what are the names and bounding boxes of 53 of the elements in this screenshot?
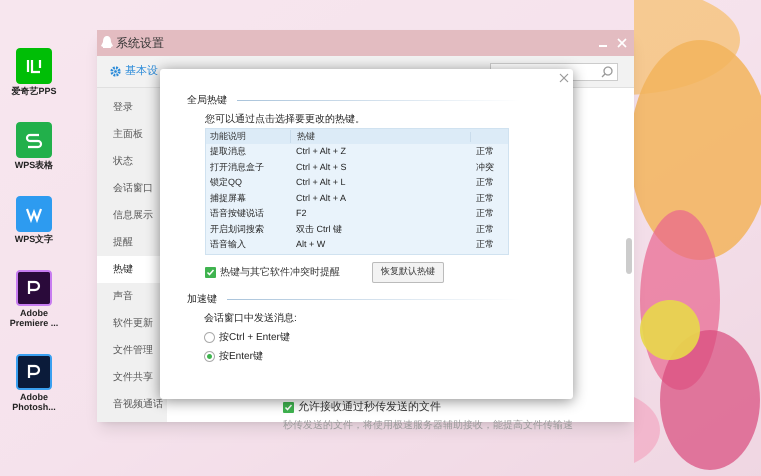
checkbox[interactable]	[205, 266, 216, 278]
app-label: WPS文字	[14, 234, 54, 244]
table-cell-text: 开启划词搜索	[209, 222, 265, 236]
table-cell-text: 正常	[475, 192, 495, 204]
table-cell-text: 双击 Ctrl 键	[295, 222, 343, 236]
table-cell-text: 正常	[475, 176, 495, 189]
table-cell-text: 正常	[475, 222, 495, 236]
search-icon	[601, 66, 613, 78]
gear-icon	[109, 65, 122, 78]
radio-button[interactable]	[204, 332, 215, 342]
table-cell-text: 锁定QQ	[209, 176, 244, 189]
table-cell-text: Ctrl + Alt + A	[295, 192, 348, 204]
restore-defaults-button[interactable]: 恢复默认热键	[372, 262, 444, 282]
app-label: Adobe Photosh...	[11, 392, 57, 412]
column-header[interactable]: 热键	[290, 130, 470, 144]
table-cell-text: Alt + W	[295, 238, 326, 251]
app-label: WPS表格	[14, 160, 54, 170]
close-button[interactable]	[559, 73, 569, 83]
close-icon	[617, 38, 627, 48]
prompt-text: 会话窗口中发送消息:	[204, 312, 298, 326]
option-description: 秒传发送的文件，将使用极速服务器辅助接收，能提高文件传输速	[283, 418, 573, 432]
checkbox[interactable]	[283, 402, 294, 413]
section-title: 全局热键	[187, 94, 227, 108]
app-label: Adobe Premiere ...	[8, 308, 60, 328]
table-cell-text: 冲突	[475, 160, 495, 174]
section-title: 加速键	[187, 292, 217, 306]
table-cell-text: 正常	[475, 145, 495, 158]
radio-label: 按Enter键	[219, 350, 263, 364]
checkbox-label: 允许接收通过秒传发送的文件	[298, 400, 441, 415]
close-icon	[559, 73, 569, 83]
table-cell-text: 正常	[475, 207, 495, 220]
window-title: 系统设置	[116, 35, 164, 52]
radio-label: 按Ctrl + Enter键	[219, 330, 290, 344]
app-label: 爱奇艺PPS	[10, 86, 58, 96]
table-cell-text: 捕捉屏幕	[209, 192, 247, 204]
table-cell-text: 语音按键说话	[209, 207, 265, 220]
table-cell-text: F2	[295, 207, 308, 220]
app-icon[interactable]	[16, 270, 52, 306]
table-cell-text: 提取消息	[209, 145, 247, 158]
table-cell-text: 语音输入	[209, 238, 247, 251]
table-cell-text: Ctrl + Alt + Z	[295, 145, 348, 158]
checkbox-label: 热键与其它软件冲突时提醒	[220, 266, 340, 280]
table-cell-text: 打开消息盒子	[209, 160, 265, 174]
table-cell-text: 正常	[475, 238, 495, 251]
penguin-icon	[101, 36, 113, 50]
hint-text: 您可以通过点击选择要更改的热键。	[205, 112, 366, 127]
radio-button[interactable]	[204, 350, 215, 362]
column-header[interactable]: 功能说明	[206, 130, 290, 144]
app-icon[interactable]	[16, 354, 52, 390]
scrollbar	[626, 238, 632, 274]
sidebar-item[interactable]: 音视频通话	[97, 391, 167, 418]
table-cell-text: Ctrl + Alt + S	[295, 160, 348, 174]
table-cell-text: Ctrl + Alt + L	[295, 176, 347, 189]
